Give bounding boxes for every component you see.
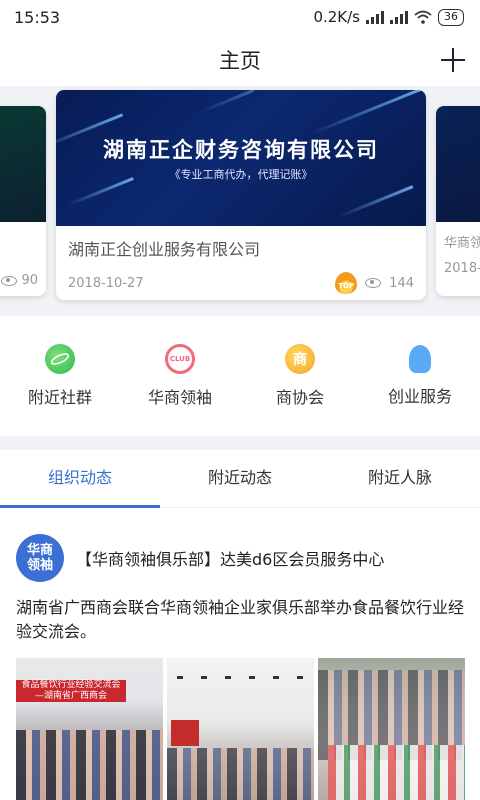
eye-icon [365,278,382,288]
avatar[interactable]: 华商 领袖 [16,534,64,582]
card-image [0,106,46,222]
feed-post[interactable]: 华商 领袖 【华商领袖俱乐部】达美d6区会员服务中心 湖南省广西商会联合华商领袖… [0,508,480,800]
view-count: 144 [389,275,414,291]
tab-nearby-contacts[interactable]: 附近人脉 [320,450,480,507]
page-title: 主页 [219,49,261,73]
carousel-card-prev[interactable]: 90 [0,106,46,296]
post-photo[interactable]: 食品餐饮行业经验交流会 —湖南省广西商会 [16,658,163,800]
feature-label: 商协会 [275,388,324,407]
add-button[interactable] [438,45,468,75]
feature-label: 创业服务 [387,387,452,406]
title-bar: 主页 [0,34,480,86]
card-banner-image: 湖南正企财务咨询有限公司 《专业工商代办，代理记账》 [56,90,426,226]
post-photo[interactable] [318,658,465,800]
post-text: 湖南省广西商会联合华商领袖企业家俱乐部举办食品餐饮行业经验交流会。 [16,598,465,641]
photo-banner: 食品餐饮行业经验交流会 —湖南省广西商会 [16,680,126,702]
feature-label: 附近社群 [27,388,92,407]
club-icon: CLUB [165,344,195,374]
post-source[interactable]: 【华商领袖俱乐部】达美d6区会员服务中心 [76,546,384,570]
feature-nearby-community[interactable]: 附近社群 [0,344,120,408]
feature-chamber-of-commerce[interactable]: 商 商协会 [240,344,360,408]
tab-nearby-updates[interactable]: 附近动态 [160,450,320,507]
carousel-card-next[interactable]: 华商领 2018-1 [436,106,480,296]
post-photos: 食品餐饮行业经验交流会 —湖南省广西商会 [16,658,465,800]
view-count: 90 [1,273,38,288]
feed-tabs: 组织动态 附近动态 附近人脉 [0,450,480,508]
wifi-icon [414,10,432,24]
banner-title: 湖南正企财务咨询有限公司 [103,137,379,162]
network-speed: 0.2K/s [313,8,360,26]
chamber-icon: 商 [285,344,315,374]
card-title: 华商领 [444,236,480,251]
card-date: 2018-10-27 [68,275,144,291]
feature-label: 华商领袖 [147,388,212,407]
feature-grid: 附近社群 CLUB 华商领袖 商 商协会 创业服务 [0,316,480,436]
tab-org-updates[interactable]: 组织动态 [0,450,160,508]
banner-subtitle: 《专业工商代办，代理记账》 [169,168,313,181]
battery-icon: 36 [438,8,464,26]
signal-icon-2 [390,10,408,24]
carousel-card-main[interactable]: 湖南正企财务咨询有限公司 《专业工商代办，代理记账》 湖南正企创业服务有限公司 … [56,90,426,300]
featured-carousel[interactable]: 90 湖南正企财务咨询有限公司 《专业工商代办，代理记账》 湖南正企创业服务有限… [0,86,480,316]
lightbulb-icon [409,345,431,373]
section-divider [0,436,480,450]
eye-icon [1,275,18,286]
planet-icon [45,344,75,374]
feature-startup-services[interactable]: 创业服务 [360,345,480,407]
hot-top-icon: TOP [335,272,358,294]
card-image [436,106,480,222]
signal-icon [366,10,384,24]
status-bar: 15:53 0.2K/s 36 [0,0,480,34]
card-title: 湖南正企创业服务有限公司 [68,240,261,259]
status-icons: 0.2K/s 36 [313,8,464,26]
card-date: 2018-1 [444,261,480,276]
post-photo[interactable] [167,658,314,800]
status-time: 15:53 [14,7,61,27]
feature-business-leaders[interactable]: CLUB 华商领袖 [120,344,240,408]
